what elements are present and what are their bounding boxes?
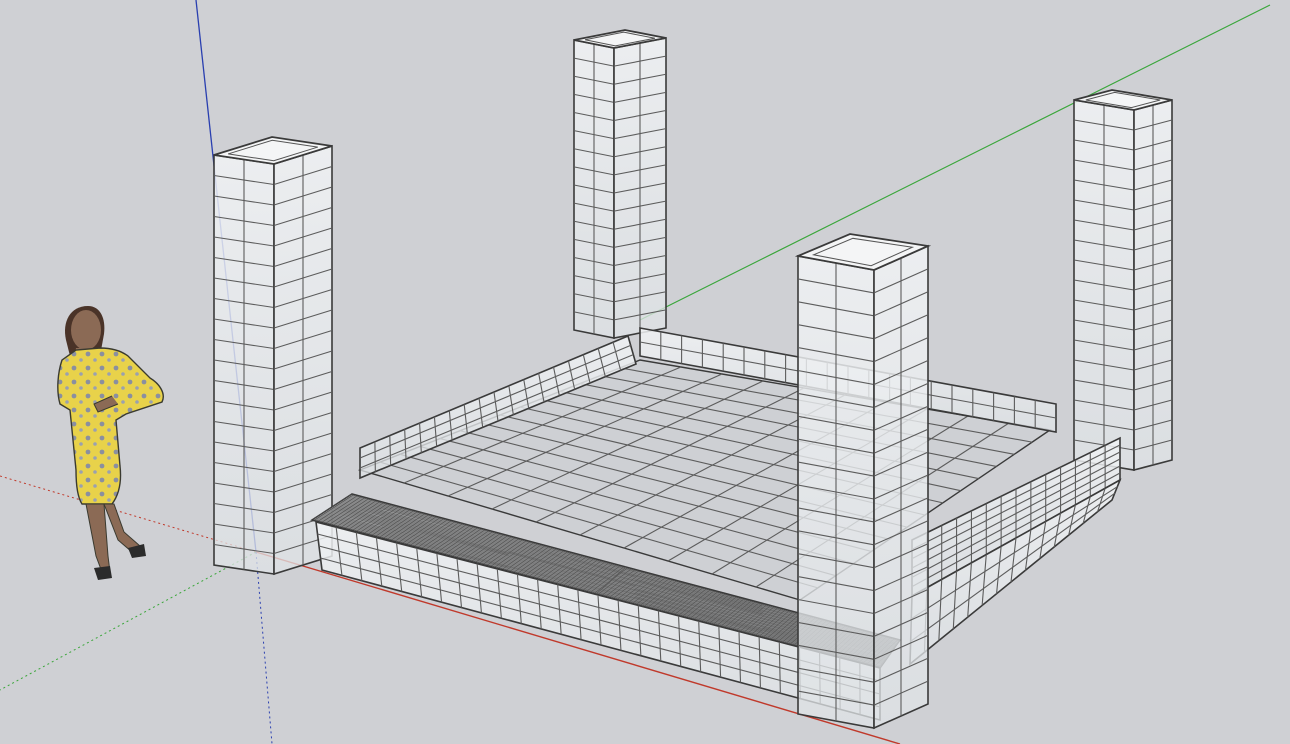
tower-back-right-right-face (1133, 98, 1173, 472)
tower-back-center-left-face (573, 39, 615, 339)
tower-front-center-left-face (797, 255, 875, 729)
modeling-viewport[interactable] (0, 0, 1290, 744)
tower-back-right-left-face (1073, 99, 1135, 471)
tower-left (213, 136, 333, 576)
green-axis-dotted (0, 551, 257, 691)
tower-back-right (1073, 89, 1173, 472)
tower-front-center (794, 233, 932, 730)
green-axis (639, 4, 1271, 321)
frame-structure[interactable] (213, 29, 1173, 730)
tower-back-center-right-face (613, 37, 667, 339)
tower-left-right-face (273, 144, 333, 576)
tower-left-left-face (213, 154, 275, 575)
scene-canvas[interactable] (0, 0, 1290, 744)
blue-axis-dotted (255, 551, 273, 744)
person-scale-figure-icon[interactable] (57, 306, 164, 580)
tower-back-center (573, 29, 667, 339)
tower-front-center-right-face (873, 244, 929, 730)
